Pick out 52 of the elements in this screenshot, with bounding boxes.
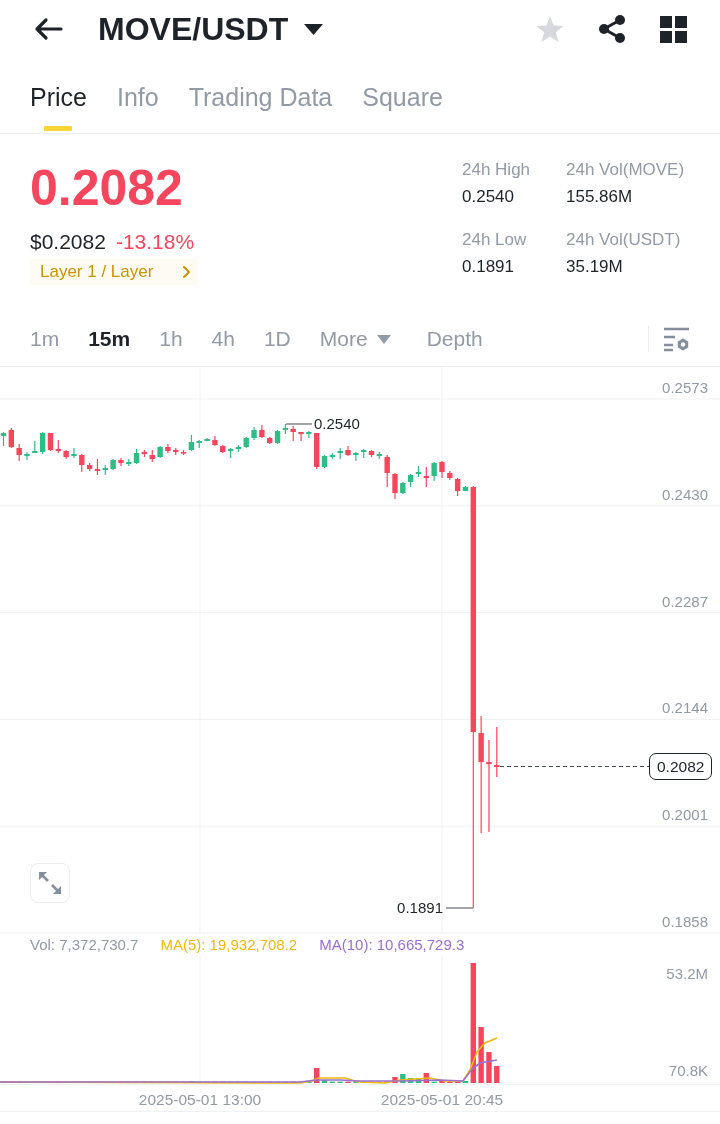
caret-down-icon xyxy=(376,334,391,344)
volume-legend-label: MA(5): 19,932,708.2 xyxy=(160,935,298,955)
stat-label: 24h High xyxy=(462,159,532,181)
stat-label: 24h Vol(USDT) xyxy=(566,229,682,251)
caret-down-icon xyxy=(304,23,324,35)
last-price-tag: 0.2082 xyxy=(649,753,713,780)
expand-button[interactable] xyxy=(30,863,70,903)
volume-axis-label: 53.2M xyxy=(666,965,708,982)
interval-tab[interactable]: 1D xyxy=(263,326,291,352)
price-axis-label: 0.2430 xyxy=(662,485,708,503)
price-axis-label: 0.2144 xyxy=(662,699,708,717)
high-price-leader xyxy=(285,423,313,425)
stat-value: 35.19M xyxy=(566,256,624,278)
page-tab[interactable]: Info xyxy=(116,78,159,133)
interval-tab[interactable]: 1h xyxy=(159,326,183,352)
depth-tab[interactable]: Depth xyxy=(426,326,483,352)
low-price-label: 0.1891 xyxy=(397,899,443,916)
more-dropdown[interactable]: More xyxy=(319,326,391,352)
time-axis-label: 2025-05-01 13:00 xyxy=(138,1091,262,1108)
share-icon[interactable] xyxy=(598,15,626,43)
stat-label: 24h Low xyxy=(462,229,528,251)
volume-legend-label: Vol: 7,372,730.7 xyxy=(30,935,139,955)
time-axis-label: 2025-05-01 20:45 xyxy=(380,1091,504,1108)
last-price: 0.2082 xyxy=(30,160,183,216)
back-arrow-icon[interactable] xyxy=(33,17,63,41)
price-axis-label: 0.1858 xyxy=(662,913,708,930)
page-tab[interactable]: Square xyxy=(362,78,443,133)
volume-legend-label: MA(10): 10,665,729.3 xyxy=(319,935,465,955)
price-axis-label: 0.2001 xyxy=(662,806,708,824)
volume-axis-label: 70.8K xyxy=(668,1062,708,1079)
stat-value: 0.2540 xyxy=(462,186,515,208)
interval-tab[interactable]: 1m xyxy=(30,326,60,352)
grid-icon[interactable] xyxy=(660,15,687,43)
price-axis-label: 0.2287 xyxy=(662,592,708,610)
pair-selector[interactable]: MOVE/USDT xyxy=(98,10,324,48)
stat-value: 0.1891 xyxy=(462,256,515,278)
category-link[interactable]: Layer 1 / Layer xyxy=(30,259,199,285)
chevron-right-icon xyxy=(183,266,191,278)
page-tab[interactable]: Price xyxy=(30,78,87,133)
low-price-leader xyxy=(445,907,474,909)
price-change: -13.18% xyxy=(115,229,195,255)
star-icon[interactable] xyxy=(536,15,564,43)
stat-label: 24h Vol(MOVE) xyxy=(566,159,686,181)
interval-tab[interactable]: 15m xyxy=(88,326,131,352)
price-axis-label: 0.2573 xyxy=(662,379,708,396)
high-price-label: 0.2540 xyxy=(314,415,360,432)
stat-value: 155.86M xyxy=(566,186,634,208)
fiat-price: $0.2082 xyxy=(30,229,106,255)
interval-tab[interactable]: 4h xyxy=(211,326,235,352)
settings-icon[interactable] xyxy=(663,326,690,352)
page-tab[interactable]: Trading Data xyxy=(188,78,333,133)
expand-icon xyxy=(39,872,61,894)
